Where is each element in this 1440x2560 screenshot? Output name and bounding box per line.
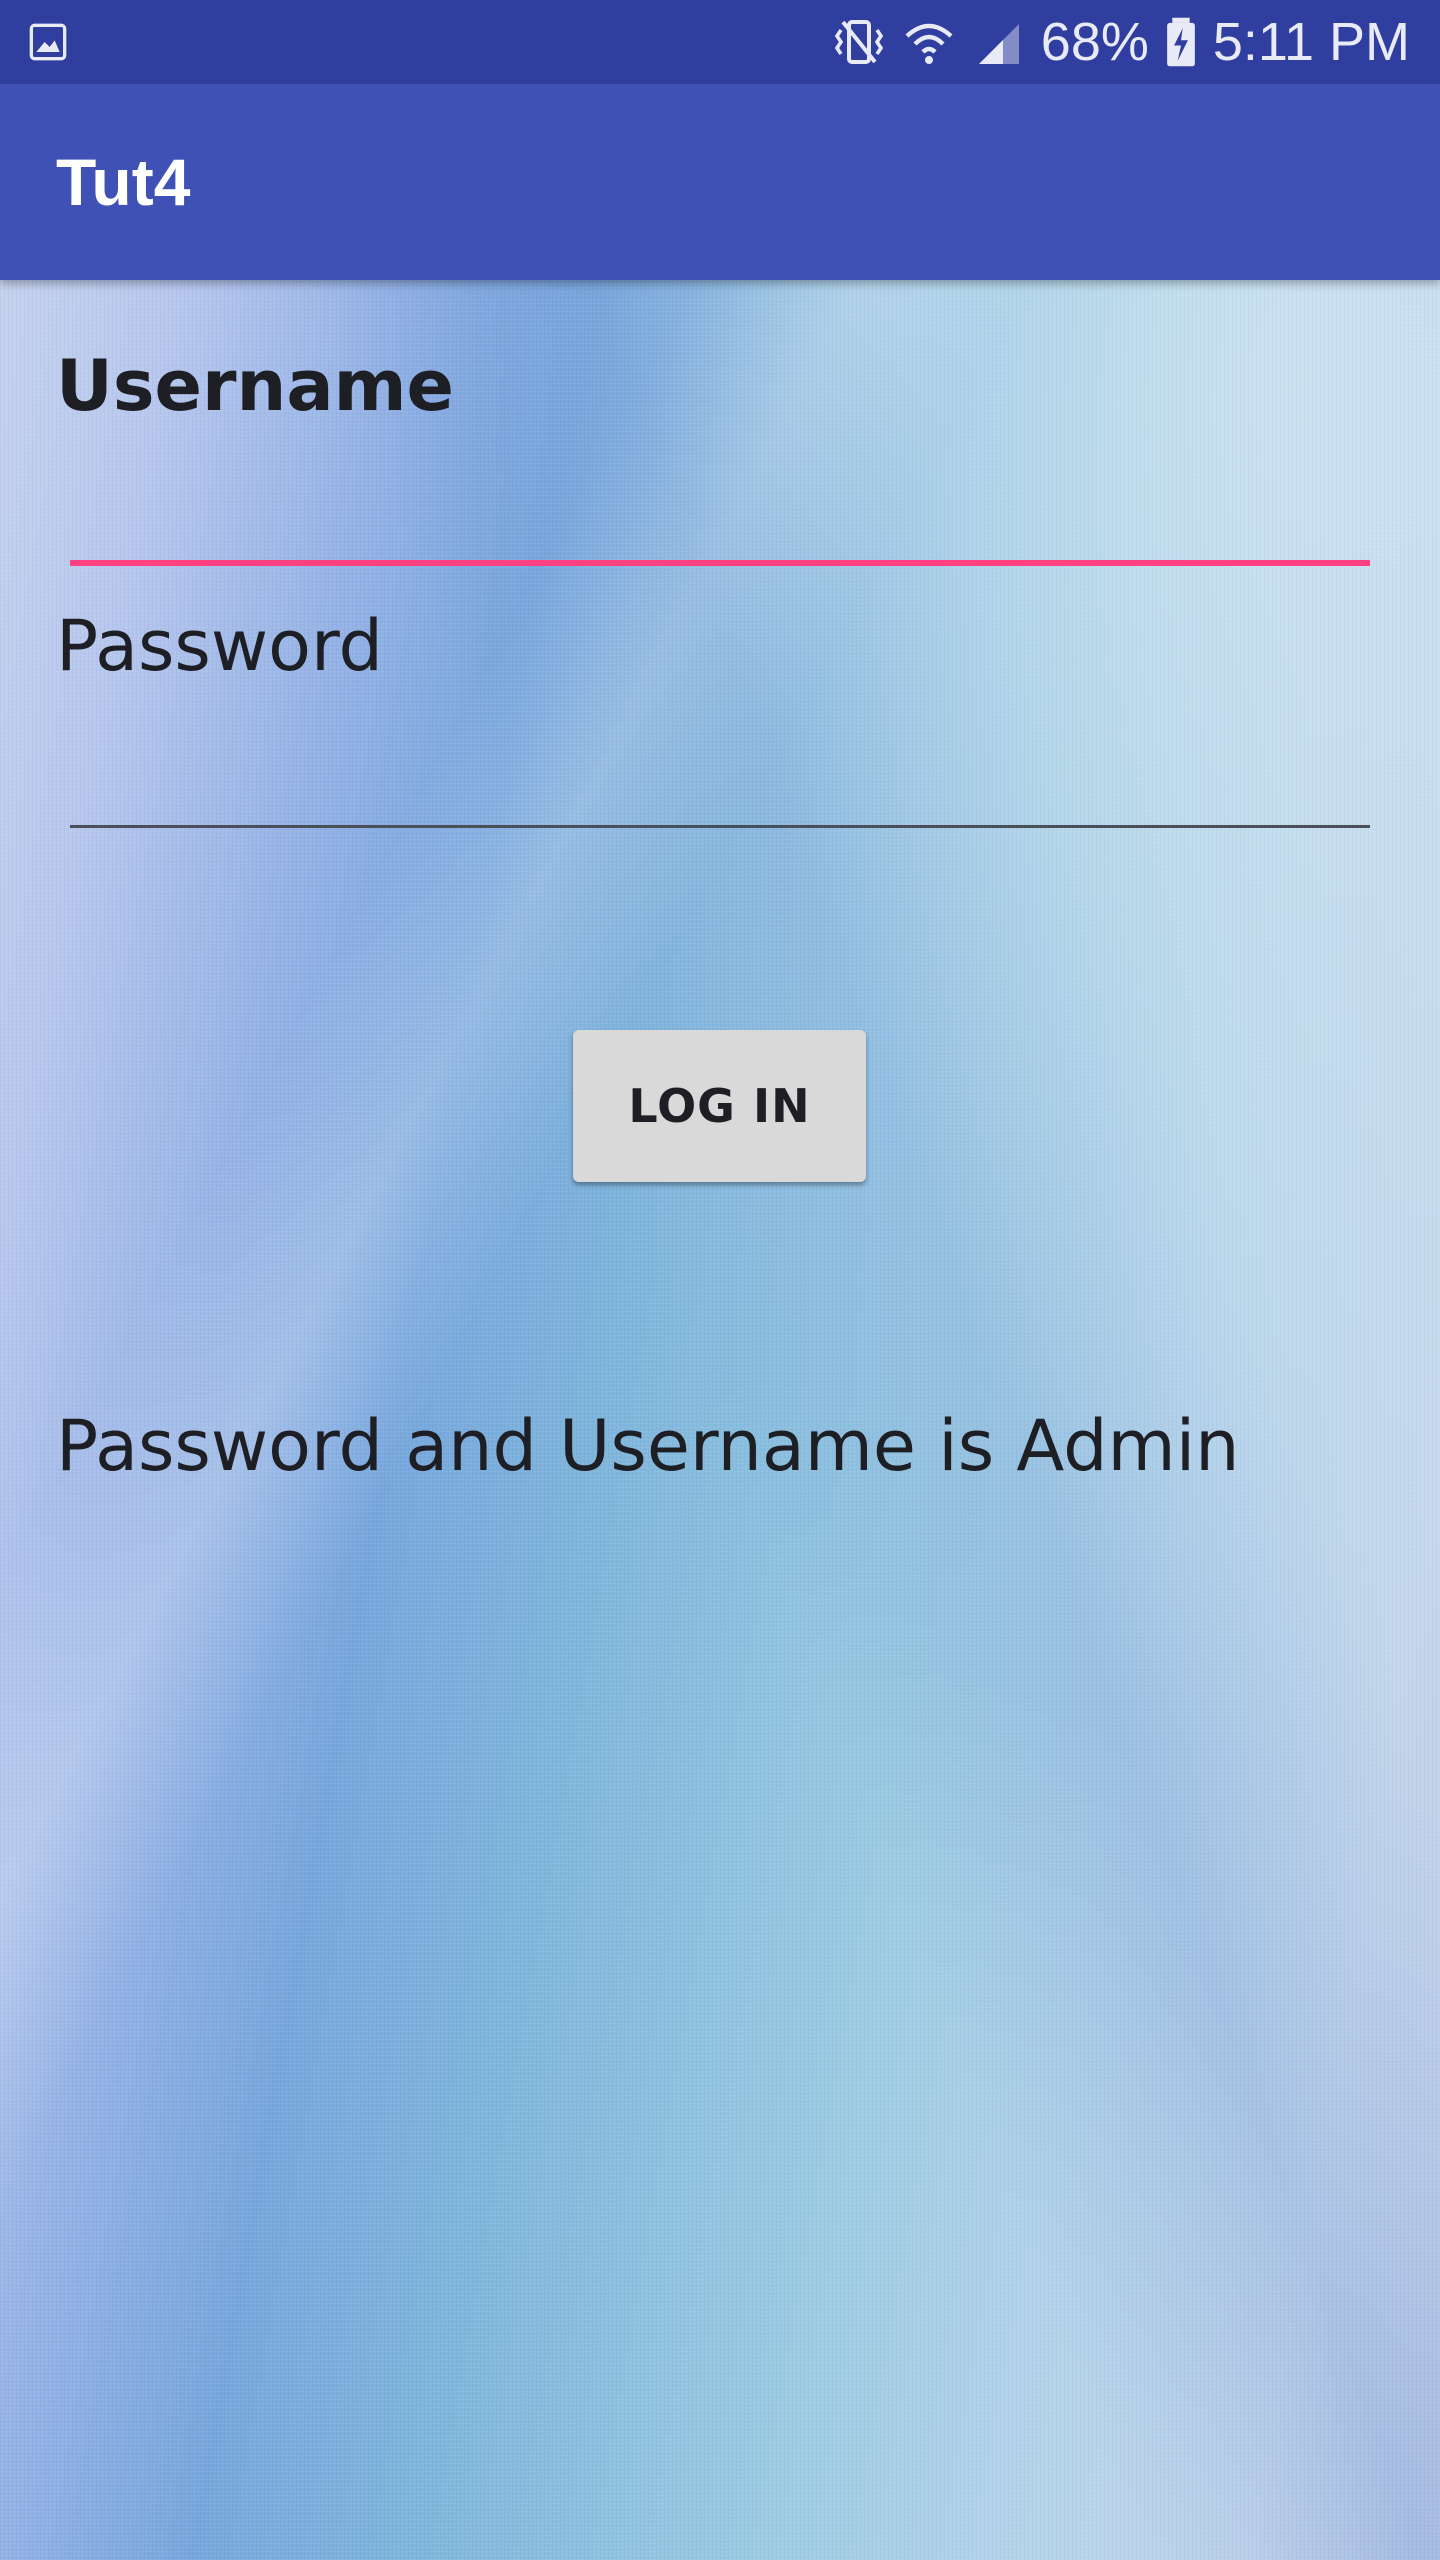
password-input[interactable] [70, 735, 1370, 828]
app-title: Tut4 [56, 145, 191, 219]
status-icons: 68% 5:11 PM [831, 0, 1410, 84]
login-button[interactable]: LOG IN [573, 1030, 866, 1182]
app-toolbar: Tut4 [0, 84, 1440, 280]
username-input[interactable] [70, 470, 1370, 566]
vibrate-icon [834, 20, 883, 64]
battery-charging-icon [1167, 17, 1195, 67]
username-label: Username [56, 345, 454, 427]
status-bar: 68% 5:11 PM [0, 0, 1440, 84]
clock: 5:11 PM [1212, 12, 1410, 72]
image-notification-icon [29, 23, 67, 61]
password-label: Password [56, 605, 383, 687]
signal-icon [978, 24, 1019, 64]
battery-percent: 68% [1040, 12, 1149, 72]
wifi-icon [905, 23, 953, 64]
screen: 68% 5:11 PM Tut4 Username Password LOG I… [0, 0, 1440, 2560]
credentials-hint: Password and Username is Admin [56, 1405, 1240, 1487]
